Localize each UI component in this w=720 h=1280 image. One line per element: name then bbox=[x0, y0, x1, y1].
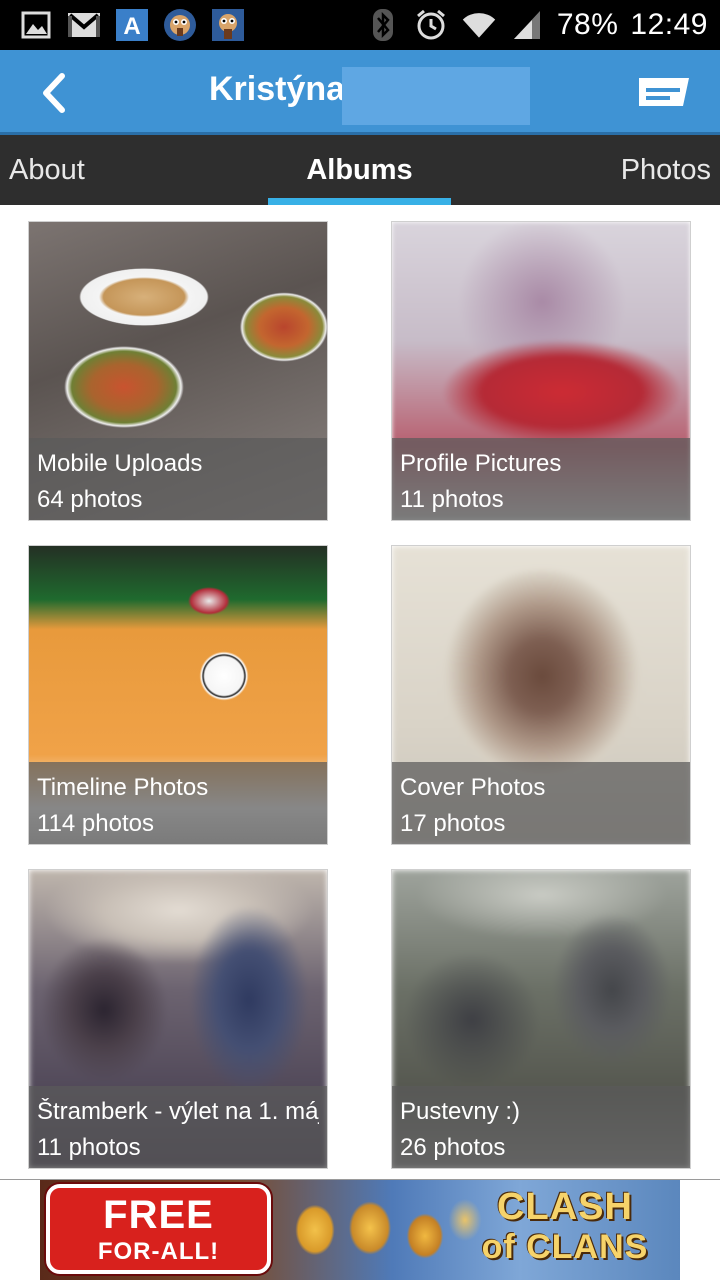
album-tile-stramberk[interactable]: Štramberk - výlet na 1. máj 11 photos bbox=[28, 869, 328, 1169]
album-photo-count: 64 photos bbox=[37, 486, 143, 513]
image-icon bbox=[18, 7, 54, 43]
album-photo-count: 26 photos bbox=[400, 1134, 506, 1161]
album-caption: Cover Photos 17 photos bbox=[392, 762, 690, 844]
chevron-left-icon bbox=[43, 73, 65, 113]
tab-about[interactable]: About bbox=[9, 135, 85, 205]
album-title: Štramberk - výlet na 1. máj bbox=[37, 1098, 319, 1125]
page-title: Kristýna bbox=[209, 70, 346, 108]
chat-button[interactable] bbox=[636, 72, 692, 114]
album-caption: Štramberk - výlet na 1. máj 11 photos bbox=[29, 1086, 327, 1168]
album-tile-timeline-photos[interactable]: Timeline Photos 114 photos bbox=[28, 545, 328, 845]
status-bar: A 78% 12:49 bbox=[0, 0, 720, 50]
app-screen: A 78% 12:49 Kristýna About Albums Photos… bbox=[0, 0, 720, 1280]
ad-characters-image bbox=[275, 1180, 485, 1280]
alarm-icon bbox=[413, 7, 449, 43]
album-caption: Mobile Uploads 64 photos bbox=[29, 438, 327, 520]
tab-photos[interactable]: Photos bbox=[621, 135, 711, 205]
album-photo-count: 17 photos bbox=[400, 810, 506, 837]
album-title: Profile Pictures bbox=[400, 450, 562, 477]
album-photo-count: 11 photos bbox=[37, 1134, 141, 1161]
ad-badge-line1: FREE bbox=[103, 1193, 214, 1237]
ad-game-logo: CLASH of CLANS bbox=[460, 1186, 670, 1274]
owl-app-icon bbox=[162, 7, 198, 43]
album-tile-cover-photos[interactable]: Cover Photos 17 photos bbox=[391, 545, 691, 845]
tab-albums[interactable]: Albums bbox=[268, 135, 451, 205]
album-tile-profile-pictures[interactable]: Profile Pictures 11 photos bbox=[391, 221, 691, 521]
ad-logo-line2: of CLANS bbox=[481, 1228, 649, 1266]
album-title: Timeline Photos bbox=[37, 774, 209, 801]
back-button[interactable] bbox=[28, 68, 78, 118]
a-app-icon: A bbox=[114, 7, 150, 43]
tab-label: About bbox=[9, 153, 85, 186]
signal-icon bbox=[509, 7, 545, 43]
wifi-icon bbox=[461, 7, 497, 43]
clock: 12:49 bbox=[630, 8, 708, 41]
gmail-icon bbox=[66, 7, 102, 43]
ad-badge-line2: FOR-ALL! bbox=[97, 1238, 220, 1265]
album-tile-pustevny[interactable]: Pustevny :) 26 photos bbox=[391, 869, 691, 1169]
album-caption: Pustevny :) 26 photos bbox=[392, 1086, 690, 1168]
action-bar: Kristýna bbox=[0, 50, 720, 135]
redacted-surname-block bbox=[342, 67, 530, 125]
svg-text:A: A bbox=[123, 13, 140, 40]
album-photo-count: 114 photos bbox=[37, 810, 154, 837]
ad-banner[interactable]: FREE FOR-ALL! CLASH of CLANS bbox=[40, 1180, 680, 1280]
album-title: Pustevny :) bbox=[400, 1098, 521, 1125]
selected-tab-indicator bbox=[268, 198, 451, 205]
battery-percentage: 78% bbox=[556, 8, 619, 41]
album-tile-mobile-uploads[interactable]: Mobile Uploads 64 photos bbox=[28, 221, 328, 521]
ad-logo-line1: CLASH bbox=[497, 1186, 633, 1228]
album-title: Mobile Uploads bbox=[37, 450, 203, 477]
ad-free-badge: FREE FOR-ALL! bbox=[46, 1184, 271, 1274]
chat-bubble-icon bbox=[639, 78, 689, 106]
bluetooth-icon bbox=[365, 7, 401, 43]
album-title: Cover Photos bbox=[400, 774, 546, 801]
owl-app-icon-2 bbox=[210, 7, 246, 43]
album-photo-count: 11 photos bbox=[400, 486, 504, 513]
tab-label: Albums bbox=[306, 153, 413, 186]
tab-label: Photos bbox=[620, 153, 711, 186]
tab-bar: About Albums Photos bbox=[0, 135, 720, 205]
album-caption: Timeline Photos 114 photos bbox=[29, 762, 327, 844]
album-caption: Profile Pictures 11 photos bbox=[392, 438, 690, 520]
